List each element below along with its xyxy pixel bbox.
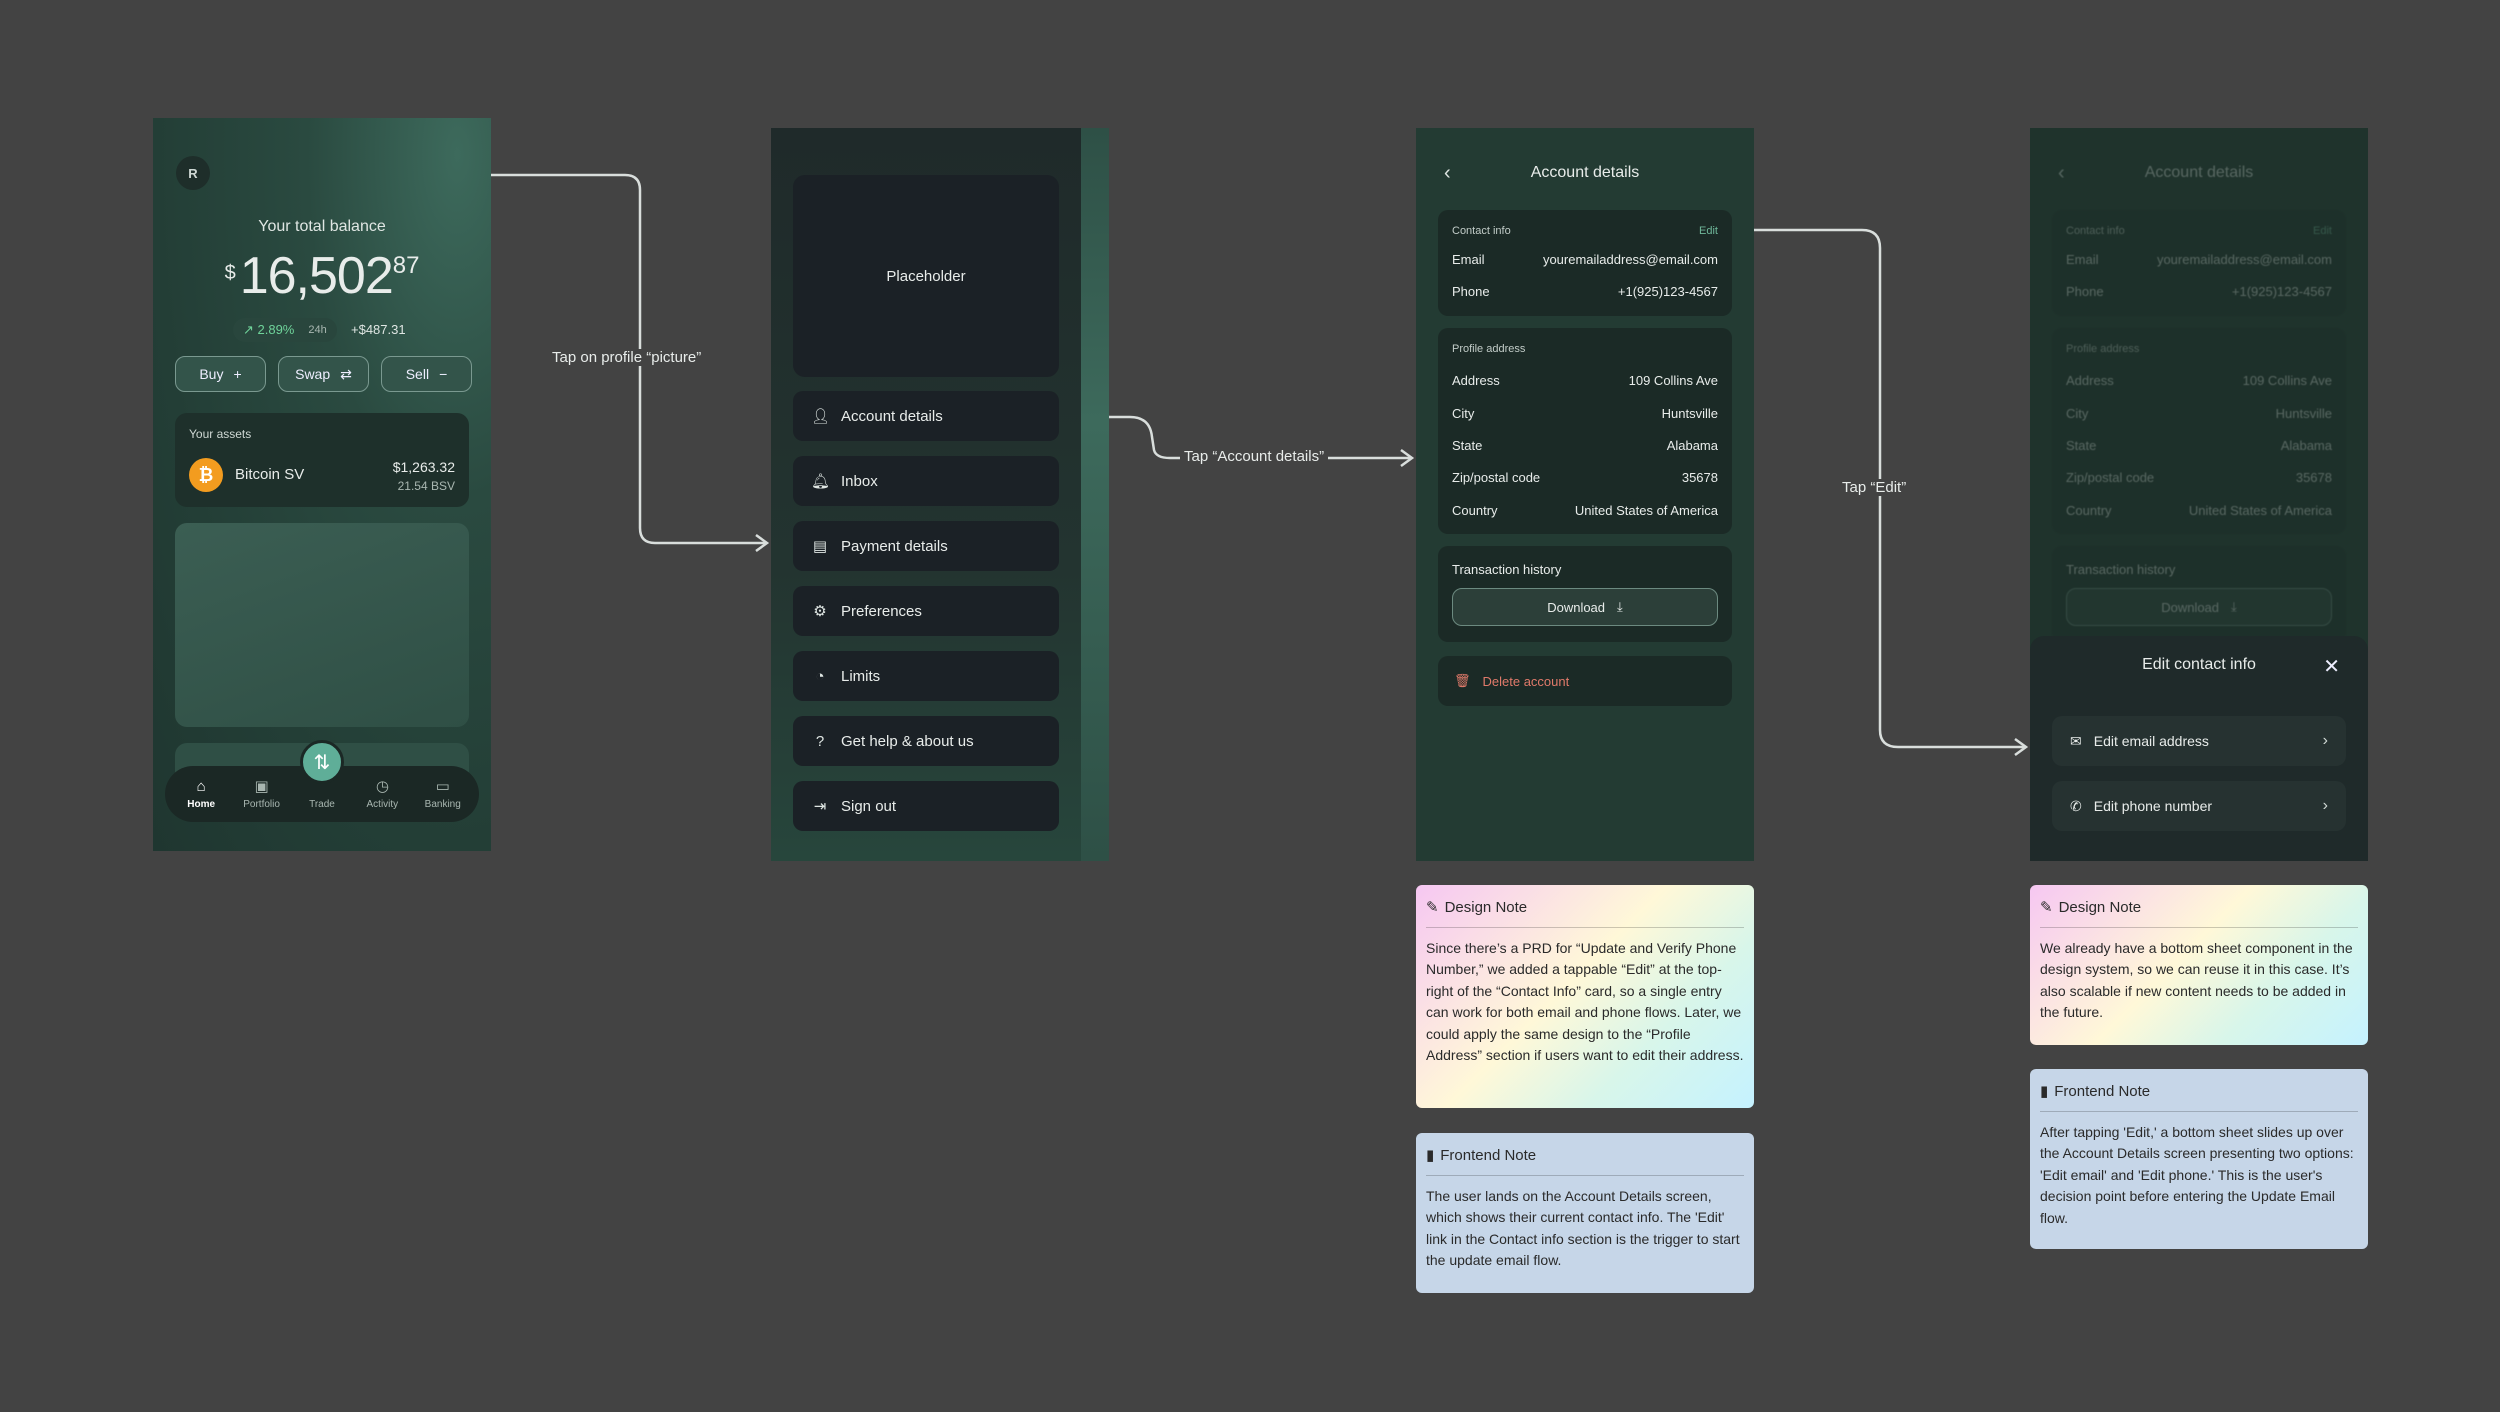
download-button[interactable]: Download ⤓	[1452, 588, 1718, 626]
sign-out-icon: ⇥	[813, 798, 827, 815]
menu-item-inbox[interactable]: 🔔︎ Inbox	[793, 456, 1059, 506]
phone-icon: ✆	[2070, 797, 2082, 814]
asset-name[interactable]: Bitcoin SV	[235, 466, 304, 483]
tab-banking[interactable]: ▭ Banking	[415, 777, 471, 810]
pie-icon: ◔	[815, 667, 825, 685]
zip-row: Zip/postal code 35678	[1452, 470, 1718, 485]
assets-title: Your assets	[189, 427, 252, 441]
flow-label-edit: Tap “Edit”	[1838, 479, 1911, 496]
mail-icon: ✉	[2070, 732, 2082, 749]
close-icon[interactable]: ✕	[2323, 654, 2340, 679]
trash-icon: 🗑︎	[1454, 673, 1471, 688]
plus-icon: +	[233, 366, 242, 382]
chevron-right-icon: ›	[2322, 797, 2328, 814]
asset-amount: 21.54 BSV	[397, 479, 455, 493]
state-row: State Alabama	[1452, 438, 1718, 453]
swap-button[interactable]: Swap ⇄	[278, 356, 369, 392]
transfer-icon: ⇅	[313, 751, 331, 774]
page-title: Account details	[1530, 164, 1640, 181]
total-balance: $16,50287	[153, 246, 491, 306]
buy-button[interactable]: Buy +	[175, 356, 266, 392]
pencil-icon: ✎	[1426, 899, 1439, 916]
user-icon: 👤︎	[811, 408, 831, 425]
contact-info-card: Contact info Edit Email youremailaddress@…	[1438, 210, 1732, 316]
clock-icon: ◷	[375, 777, 389, 795]
profile-avatar[interactable]: R	[176, 156, 210, 190]
phone-row: Phone +1(925)123-4567	[1452, 284, 1718, 299]
currency-symbol: $	[224, 262, 236, 284]
pencil-icon: ✎	[2040, 899, 2053, 916]
help-icon: ?	[815, 732, 825, 750]
edit-contact-bottom-sheet: Edit contact info ✕ ✉ Edit email address ›…	[2030, 636, 2368, 861]
change-period: 24h	[308, 324, 327, 336]
menu-item-account-details[interactable]: 👤︎ Account details	[793, 391, 1059, 441]
frontend-note-account: ▮ Frontend Note The user lands on the Acc…	[1416, 1133, 1754, 1293]
flow-label-profile: Tap on profile “picture”	[548, 349, 706, 366]
change-badge: ↗ 2.89% 24h	[233, 318, 337, 342]
transaction-history-card: Transaction history Download ⤓	[1438, 546, 1732, 642]
change-amount: +$487.31	[351, 322, 406, 337]
home-screen: R Your total balance $16,50287 ↗ 2.89% 2…	[153, 118, 491, 851]
gear-icon: ⚙	[813, 603, 827, 620]
sheet-title: Edit contact info	[2142, 656, 2256, 673]
balance-integer: 16,502	[239, 247, 394, 305]
profile-address-card: Profile address Address 109 Collins Ave C…	[1438, 328, 1732, 534]
edit-sheet-screen: ‹ Account details Contact info Edit Emai…	[2030, 128, 2368, 861]
card-icon: ▭	[435, 777, 450, 795]
country-row: Country United States of America	[1452, 503, 1718, 518]
home-icon: ⌂	[196, 777, 206, 795]
city-row: City Huntsville	[1452, 406, 1718, 421]
account-details-screen: ‹ Account details Contact info Edit Emai…	[1416, 128, 1754, 861]
delete-account-button[interactable]: 🗑︎ Delete account	[1438, 656, 1732, 706]
menu-item-help[interactable]: ? Get help & about us	[793, 716, 1059, 766]
note-body: We already have a bottom sheet component…	[2040, 939, 2353, 1021]
assets-card: Your assets ₿ Bitcoin SV $1,263.32 21.54…	[175, 413, 469, 507]
download-icon: ⤓	[2231, 599, 2237, 614]
note-body: After tapping 'Edit,' a bottom sheet sli…	[2040, 1123, 2354, 1226]
design-note-sheet: ✎ Design Note We already have a bottom sh…	[2030, 885, 2368, 1045]
menu-item-preferences[interactable]: ⚙ Preferences	[793, 586, 1059, 636]
balance-decimal: 87	[392, 252, 420, 279]
note-body: Since there’s a PRD for “Update and Veri…	[1426, 939, 1744, 1064]
change-percent: ↗ 2.89%	[243, 322, 295, 337]
contact-info-title: Contact info	[1452, 225, 1511, 237]
address-row: Address 109 Collins Ave	[1452, 373, 1718, 388]
menu-item-limits[interactable]: ◔ Limits	[793, 651, 1059, 701]
payment-icon: ▤	[812, 538, 828, 555]
phone-device-icon: ▮	[1426, 1147, 1435, 1164]
tab-portfolio[interactable]: ▣ Portfolio	[234, 777, 290, 810]
frontend-note-sheet: ▮ Frontend Note After tapping 'Edit,' a b…	[2030, 1069, 2368, 1249]
action-buttons: Buy + Swap ⇄ Sell −	[175, 356, 472, 392]
bitcoin-icon: ₿	[189, 458, 223, 492]
design-note-account: ✎ Design Note Since there’s a PRD for “Up…	[1416, 885, 1754, 1108]
balance-label: Your total balance	[258, 218, 386, 235]
download-icon: ⤓	[1617, 599, 1623, 614]
tab-activity[interactable]: ◷ Activity	[354, 777, 410, 810]
edit-email-option[interactable]: ✉ Edit email address ›	[2052, 716, 2346, 766]
note-body: The user lands on the Account Details sc…	[1426, 1187, 1740, 1269]
trade-fab-button[interactable]: ⇅	[300, 740, 344, 784]
menu-screen: Placeholder 👤︎ Account details 🔔︎ Inbox ▤ P…	[771, 128, 1109, 861]
edit-contact-link[interactable]: Edit	[1699, 225, 1718, 237]
tab-home[interactable]: ⌂ Home	[173, 777, 229, 810]
bell-icon: 🔔︎	[811, 473, 831, 490]
flow-label-account: Tap “Account details”	[1180, 448, 1329, 465]
email-row: Email youremailaddress@email.com	[1452, 252, 1718, 267]
profile-placeholder: Placeholder	[793, 175, 1059, 377]
chevron-right-icon: ›	[2322, 732, 2328, 749]
phone-device-icon: ▮	[2040, 1083, 2049, 1100]
wallet-icon: ▣	[254, 777, 269, 795]
underlying-screen-edge	[1081, 128, 1109, 861]
transaction-history-title: Transaction history	[1452, 562, 1562, 577]
asset-value: $1,263.32	[392, 459, 455, 475]
edit-phone-option[interactable]: ✆ Edit phone number ›	[2052, 781, 2346, 831]
swap-icon: ⇄	[340, 365, 352, 382]
sell-button[interactable]: Sell −	[381, 356, 472, 392]
minus-icon: −	[439, 366, 448, 382]
profile-address-title: Profile address	[1452, 343, 1526, 355]
menu-item-payment-details[interactable]: ▤ Payment details	[793, 521, 1059, 571]
empty-card	[175, 523, 469, 727]
menu-item-sign-out[interactable]: ⇥ Sign out	[793, 781, 1059, 831]
